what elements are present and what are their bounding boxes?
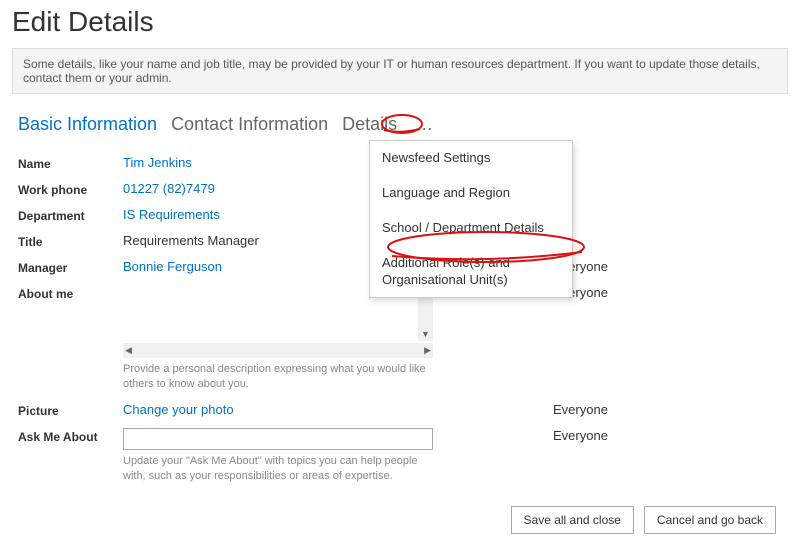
row-picture: Picture Change your photo Everyone <box>18 402 782 418</box>
more-dropdown: Newsfeed Settings Language and Region Sc… <box>369 140 573 298</box>
footer-buttons: Save all and close Cancel and go back <box>511 506 776 534</box>
ask-me-about-input[interactable] <box>123 428 433 450</box>
scrollbar-horizontal[interactable]: ◀ ▶ <box>123 343 433 358</box>
scroll-right-icon[interactable]: ▶ <box>422 344 433 357</box>
tab-more-icon[interactable]: … <box>411 114 438 135</box>
scroll-left-icon[interactable]: ◀ <box>123 344 134 357</box>
value-change-photo[interactable]: Change your photo <box>123 402 234 417</box>
row-about-me: About me ▲ ▼ ◀ ▶ Provide a personal desc… <box>18 285 782 392</box>
value-name[interactable]: Tim Jenkins <box>123 155 192 170</box>
label-about-me: About me <box>18 285 123 301</box>
label-picture: Picture <box>18 402 123 418</box>
label-ask-me-about: Ask Me About <box>18 428 123 444</box>
label-manager: Manager <box>18 259 123 275</box>
scroll-down-icon[interactable]: ▼ <box>419 328 432 341</box>
value-work-phone[interactable]: 01227 (82)7479 <box>123 181 215 196</box>
label-work-phone: Work phone <box>18 181 123 197</box>
row-ask-me-about: Ask Me About Update your "Ask Me About" … <box>18 428 782 484</box>
label-department: Department <box>18 207 123 223</box>
value-manager[interactable]: Bonnie Ferguson <box>123 259 222 274</box>
label-title: Title <box>18 233 123 249</box>
helper-about-me: Provide a personal description expressin… <box>123 362 433 392</box>
dropdown-language-region[interactable]: Language and Region <box>370 176 572 211</box>
cancel-button[interactable]: Cancel and go back <box>644 506 776 534</box>
dropdown-newsfeed-settings[interactable]: Newsfeed Settings <box>370 141 572 176</box>
value-title: Requirements Manager <box>123 233 259 248</box>
tab-details[interactable]: Details <box>342 112 397 137</box>
save-all-button[interactable]: Save all and close <box>511 506 634 534</box>
page-title: Edit Details <box>0 0 800 48</box>
dropdown-additional-roles[interactable]: Additional Role(s) and Organisational Un… <box>370 246 572 298</box>
info-bar: Some details, like your name and job tit… <box>12 48 788 94</box>
label-name: Name <box>18 155 123 171</box>
helper-ask-me-about: Update your "Ask Me About" with topics y… <box>123 454 433 484</box>
tabs-row: Basic Information Contact Information De… <box>0 112 800 141</box>
audience-ask-me-about: Everyone <box>433 428 608 443</box>
tab-contact-information[interactable]: Contact Information <box>171 112 328 137</box>
value-department[interactable]: IS Requirements <box>123 207 220 222</box>
dropdown-school-department[interactable]: School / Department Details <box>370 211 572 246</box>
tab-basic-information[interactable]: Basic Information <box>18 112 157 137</box>
audience-picture: Everyone <box>433 402 608 417</box>
